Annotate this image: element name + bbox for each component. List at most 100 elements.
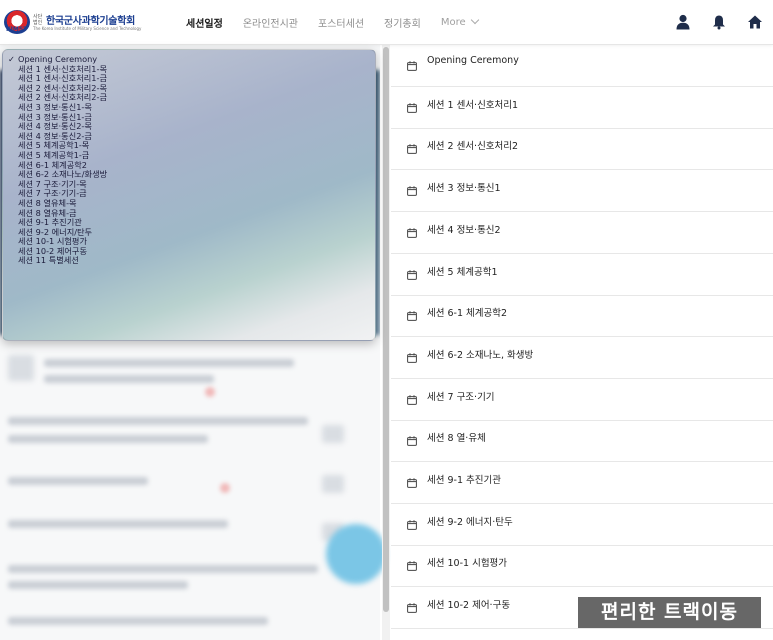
dropdown-option-label: 세션 1 센서·신호처리1-목: [18, 63, 107, 74]
blurred-thumbnail: [322, 475, 344, 493]
caption-overlay: 편리한 트랙이동: [578, 597, 761, 628]
track-options: ✓ Opening Ceremony 세션 1 센서·신호처리1-목 세션 1 센서·…: [3, 50, 375, 266]
dropdown-option-label: 세션 1 센서·신호처리1-금: [18, 73, 107, 84]
blurred-text: [8, 520, 228, 528]
dropdown-option-label: 세션 10-2 제어구동: [18, 245, 87, 256]
dropdown-option-label: 세션 6-1 체계공학2: [18, 159, 87, 170]
dropdown-option-label: 세션 10-1 시험평가: [18, 236, 87, 247]
top-header: KIMST 사단 법인 한국군사과학기술학회 The Korea Institu…: [0, 0, 773, 45]
session-list: Opening Ceremony 세션 1 센서·신호처리1 세션 2 센서·신호처…: [391, 45, 773, 640]
dropdown-option-label: 세션 9-1 추진기관: [18, 217, 82, 228]
nav-general-meeting[interactable]: 정기총회: [384, 15, 421, 30]
session-title: 세션 7 구조·기기: [427, 391, 495, 403]
scrollbar-thumb[interactable]: [383, 47, 389, 612]
calendar-icon: [407, 473, 417, 492]
home-icon[interactable]: [737, 0, 773, 44]
chevron-down-icon: [470, 15, 479, 24]
session-title: 세션 10-1 시험평가: [427, 558, 508, 570]
calendar-icon: [407, 390, 417, 409]
session-row[interactable]: 세션 3 정보·통신1: [391, 170, 773, 213]
calendar-icon: [407, 348, 417, 367]
session-row[interactable]: 세션 9-1 추진기관: [391, 462, 773, 504]
dropdown-option-label: 세션 9-2 에너지/탄두: [18, 226, 93, 237]
calendar-icon: [407, 265, 417, 284]
calendar-icon: [407, 515, 417, 534]
main-nav: 세션일정 온라인전시관 포스터세션 정기총회 More: [186, 0, 498, 44]
bell-icon[interactable]: [701, 0, 737, 44]
page-scrollbar[interactable]: [382, 45, 390, 640]
blurred-text: [44, 359, 294, 367]
blurred-thumbnail: [8, 355, 34, 381]
session-title: 세션 6-2 소재나노, 화생방: [427, 349, 534, 361]
dropdown-option-label: 세션 8 열유체-목: [18, 197, 77, 208]
calendar-icon: [407, 556, 417, 575]
nav-more[interactable]: More: [440, 15, 479, 28]
calendar-icon: [407, 181, 417, 200]
logo-seal-text: KIMST: [6, 26, 28, 33]
checkmark-icon: ✓: [8, 54, 15, 64]
dropdown-option-label: 세션 11 특별세션: [18, 255, 79, 266]
nav-more-label: More: [440, 16, 466, 28]
dropdown-option-label: 세션 4 정보·통신2-목: [18, 121, 92, 132]
dropdown-option-label: 세션 4 정보·통신2-금: [18, 130, 92, 141]
session-title: 세션 4 정보·통신2: [427, 224, 501, 236]
blurred-mark: [205, 387, 215, 397]
dropdown-option-label: 세션 2 센서·신호처리2-금: [18, 92, 107, 103]
logo-org-name: 한국군사과학기술학회: [46, 16, 136, 27]
dropdown-option-label: 세션 7 구조·기기-금: [18, 188, 87, 199]
nav-session-schedule[interactable]: 세션일정: [186, 15, 223, 30]
blurred-mark: [220, 483, 230, 493]
dropdown-option-label: 세션 2 센서·신호처리2-목: [18, 82, 107, 93]
session-row[interactable]: Opening Ceremony: [391, 45, 773, 87]
dropdown-option[interactable]: 세션 11 특별세션: [8, 256, 375, 266]
session-row[interactable]: 세션 4 정보·통신2: [391, 212, 773, 254]
dropdown-option-label: 세션 3 정보·통신1-금: [18, 111, 92, 122]
site-logo[interactable]: KIMST 사단 법인 한국군사과학기술학회 The Korea Institu…: [4, 10, 141, 34]
session-title: 세션 9-1 추진기관: [427, 475, 501, 486]
blurred-text: [44, 375, 214, 383]
session-row[interactable]: 세션 1 센서·신호처리1: [391, 87, 773, 129]
session-row[interactable]: 세션 2 센서·신호처리2: [391, 128, 773, 171]
dropdown-option-label: 세션 8 열유체-금: [18, 207, 77, 218]
session-title: 세션 9-2 에너지·탄두: [427, 516, 513, 528]
session-row[interactable]: 세션 6-1 체계공학2: [391, 295, 773, 338]
session-title: 세션 2 센서·신호처리2: [427, 141, 519, 153]
dropdown-option-label: 세션 7 구조·기기-목: [18, 178, 87, 189]
session-title: Opening Ceremony: [427, 55, 519, 66]
calendar-icon: [407, 98, 417, 117]
blurred-text: [8, 565, 318, 573]
dropdown-option-label: 세션 5 체계공학1-금: [18, 149, 90, 160]
session-row[interactable]: 세션 10-1 시험평가: [391, 545, 773, 588]
blurred-text: [8, 581, 188, 589]
dropdown-option-label: 세션 5 체계공학1-목: [18, 140, 90, 151]
session-title: 세션 6-1 체계공학2: [427, 308, 508, 320]
nav-online-exhibition[interactable]: 온라인전시관: [243, 15, 298, 30]
logo-small-text: 사단 법인: [33, 14, 43, 26]
session-title: 세션 5 체계공학1: [427, 266, 498, 278]
calendar-icon: [407, 598, 417, 617]
track-select-dropdown[interactable]: ✓ Opening Ceremony 세션 1 센서·신호처리1-목 세션 1 센서·…: [2, 49, 376, 341]
calendar-icon: [407, 56, 417, 75]
nav-poster-session[interactable]: 포스터세션: [318, 15, 364, 30]
blurred-text: [8, 617, 268, 625]
user-icon[interactable]: [665, 0, 701, 44]
session-title: 세션 8 열·유체: [427, 433, 486, 445]
header-icons: [665, 0, 773, 44]
blurred-text: [8, 417, 308, 425]
session-row[interactable]: 세션 7 구조·기기: [391, 379, 773, 421]
session-row[interactable]: 세션 6-2 소재나노, 화생방: [391, 337, 773, 379]
calendar-icon: [407, 306, 417, 325]
session-row[interactable]: 세션 9-2 에너지·탄두: [391, 504, 773, 546]
session-title: 세션 10-2 제어·구동: [427, 600, 511, 612]
blurred-thumbnail: [322, 425, 344, 443]
session-row[interactable]: 세션 8 열·유체: [391, 420, 773, 463]
dropdown-option-label: Opening Ceremony: [18, 54, 98, 64]
session-row[interactable]: 세션 11 특별세션: [391, 629, 773, 640]
floating-button-blurred: [326, 524, 386, 584]
calendar-icon: [407, 139, 417, 158]
blurred-text: [8, 435, 208, 443]
calendar-icon: [407, 431, 417, 450]
blurred-text: [8, 477, 148, 485]
session-row[interactable]: 세션 5 체계공학1: [391, 254, 773, 296]
calendar-icon: [407, 223, 417, 242]
